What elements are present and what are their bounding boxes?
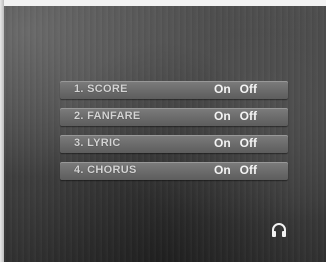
on-off-options: On Off <box>214 163 266 177</box>
on-off-options: On Off <box>214 136 266 150</box>
option-off[interactable]: Off <box>240 163 257 177</box>
menu-item-label: 4. CHORUS <box>74 164 137 176</box>
option-off[interactable]: Off <box>240 136 257 150</box>
menu-item-chorus[interactable]: 4. CHORUS On Off <box>60 162 288 180</box>
option-off[interactable]: Off <box>240 82 257 96</box>
screen-bezel-top <box>0 0 326 6</box>
menu-item-fanfare[interactable]: 2. FANFARE On Off <box>60 108 288 126</box>
menu-item-label: 2. FANFARE <box>74 110 141 122</box>
option-on[interactable]: On <box>214 82 231 96</box>
menu-item-score[interactable]: 1. SCORE On Off <box>60 81 288 99</box>
headphone-icon <box>272 223 286 237</box>
on-off-options: On Off <box>214 82 266 96</box>
option-on[interactable]: On <box>214 109 231 123</box>
menu-item-lyric[interactable]: 3. LYRIC On Off <box>60 135 288 153</box>
option-on[interactable]: On <box>214 163 231 177</box>
screen-bezel-left <box>0 0 4 262</box>
option-on[interactable]: On <box>214 136 231 150</box>
menu-item-label: 3. LYRIC <box>74 137 121 149</box>
option-off[interactable]: Off <box>240 109 257 123</box>
menu-item-label: 1. SCORE <box>74 83 128 95</box>
settings-menu: 1. SCORE On Off 2. FANFARE On Off 3. LYRIC… <box>60 81 288 189</box>
tv-menu-screen: 1. SCORE On Off 2. FANFARE On Off 3. LYRIC… <box>0 0 326 262</box>
on-off-options: On Off <box>214 109 266 123</box>
